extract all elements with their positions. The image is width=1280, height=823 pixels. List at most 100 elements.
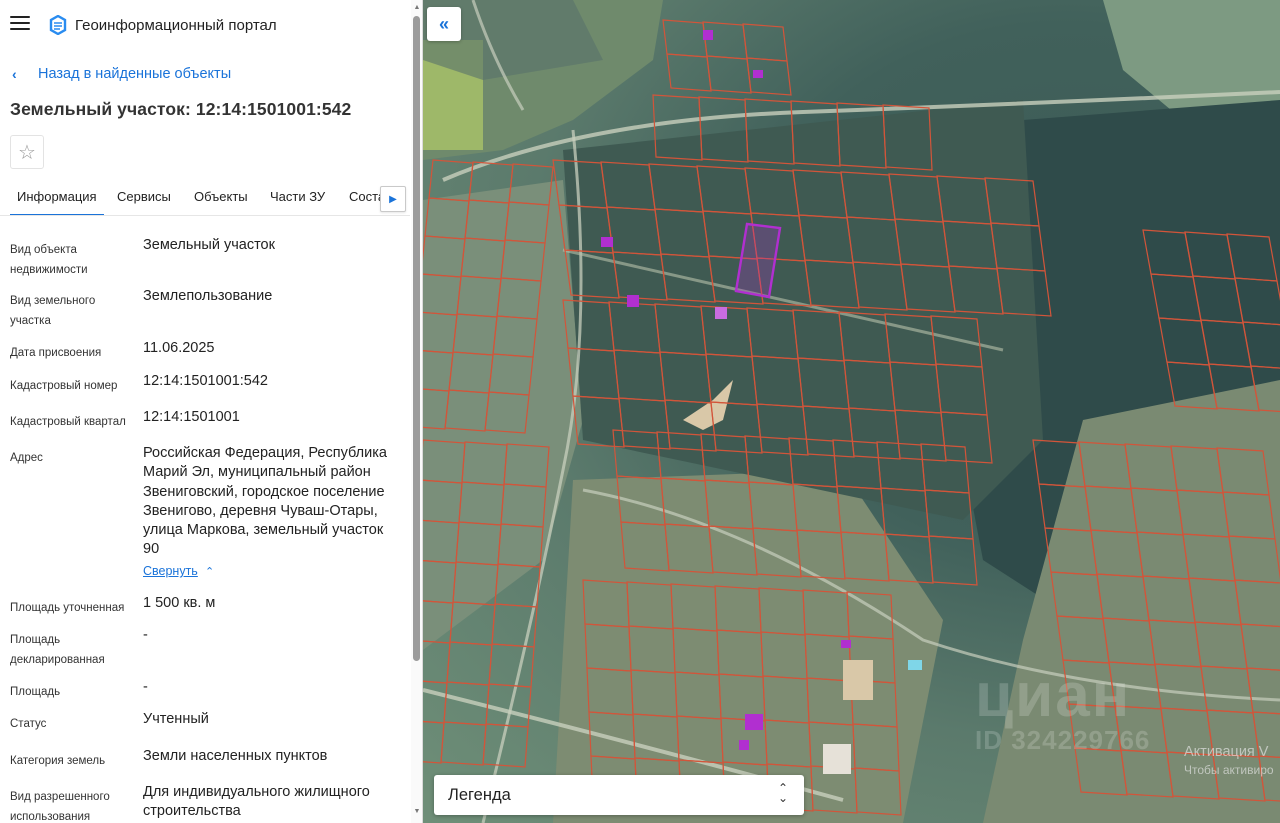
building[interactable] — [715, 307, 727, 319]
favorite-star-icon[interactable]: ☆ — [10, 135, 44, 169]
property-value-line: строительства — [143, 803, 241, 820]
building — [823, 744, 851, 774]
building[interactable] — [753, 70, 763, 78]
satellite-map[interactable] — [423, 0, 1280, 823]
chevron-left-icon: ‹ — [12, 66, 17, 82]
parcel[interactable] — [706, 55, 752, 94]
property-value-line: Марий Эл, муниципальный район — [143, 464, 371, 481]
property-label-line: Кадастровый номер — [10, 380, 118, 392]
property-value-line: - — [143, 627, 148, 643]
property-label-line: недвижимости — [10, 264, 88, 276]
property-label-line: Площадь — [10, 686, 61, 698]
scrollbar-thumb[interactable] — [413, 16, 420, 661]
property-value: Для индивидуального жилищного строительст… — [143, 783, 398, 822]
property-label-line: Вид объекта — [10, 244, 77, 256]
parcel[interactable] — [423, 680, 448, 724]
windows-activation-title: Активация V — [1184, 744, 1269, 760]
portal-logo-icon — [49, 15, 67, 35]
property-value-line: Российская Федерация, Республика — [143, 445, 387, 461]
tab-information[interactable]: Информация — [10, 178, 104, 215]
property-label-line: Дата присвоения — [10, 347, 102, 359]
parcel[interactable] — [662, 19, 708, 58]
property-value: Учтенный — [143, 710, 398, 729]
windows-activation-subtitle: Чтобы активиро — [1184, 763, 1274, 777]
parcel[interactable] — [928, 535, 978, 586]
building[interactable] — [739, 740, 749, 750]
property-value: Землепользование — [143, 287, 398, 306]
expand-collapse-icon[interactable]: ⌃ ⌄ — [778, 782, 788, 804]
collapse-panel-double-chevron-icon[interactable]: « — [427, 7, 461, 41]
tab-scroll-right-icon[interactable]: ▶ — [380, 186, 406, 212]
property-value: Земли населенных пунктов — [143, 747, 398, 766]
tab-bar: Информация Сервисы Объекты Части ЗУ Сост… — [0, 178, 410, 216]
property-value: 1 500 кв. м — [143, 594, 398, 613]
property-label: Площадь декларированная — [10, 630, 130, 670]
property-label: Кадастровый номер — [10, 376, 130, 396]
property-label-line: Категория земель — [10, 755, 106, 767]
property-label-line: Площадь уточненная — [10, 602, 125, 614]
property-label: Площадь — [10, 682, 130, 702]
property-value-line: Звениговский, городское поселение — [143, 483, 385, 500]
property-value: - — [143, 678, 398, 697]
property-label-line: Кадастровый квартал — [10, 416, 126, 428]
legend-label: Легенда — [448, 786, 511, 804]
hamburger-menu-icon[interactable] — [10, 16, 30, 34]
building[interactable] — [841, 640, 851, 648]
property-label: Категория земель — [10, 751, 130, 771]
parcel[interactable] — [742, 23, 788, 62]
scroll-down-arrow-icon[interactable]: ▼ — [412, 808, 422, 818]
property-value: - — [143, 626, 398, 645]
property-value: Земельный участок — [143, 236, 398, 255]
parcel[interactable] — [440, 721, 487, 766]
tab-parts[interactable]: Части ЗУ — [270, 178, 325, 215]
building[interactable] — [745, 714, 763, 730]
property-value-line: Земельный участок — [143, 237, 275, 253]
property-value-line: 1 500 кв. м — [143, 595, 216, 611]
property-label-line: Адрес — [10, 452, 43, 464]
field-area — [1103, 0, 1280, 120]
property-label-line: участка — [10, 315, 51, 327]
building[interactable] — [627, 295, 639, 307]
chevron-up-icon[interactable]: ⌃ — [205, 565, 214, 578]
tab-services[interactable]: Сервисы — [117, 178, 171, 215]
collapse-address-link[interactable]: Свернуть — [143, 564, 198, 578]
parcel[interactable] — [702, 21, 748, 60]
property-value: Российская Федерация, Республика Марий Эл… — [143, 444, 398, 560]
scroll-up-arrow-icon[interactable]: ▲ — [412, 4, 422, 14]
parcel[interactable] — [666, 53, 712, 92]
property-label-line: Вид разрешенного — [10, 791, 110, 803]
building[interactable] — [601, 237, 613, 247]
property-label: Адрес — [10, 448, 130, 468]
property-value-line: 11.06.2025 — [143, 340, 215, 356]
property-value: 11.06.2025 — [143, 339, 398, 358]
parcel[interactable] — [488, 643, 535, 688]
property-label-line: использования — [10, 811, 91, 823]
property-value-line: Учтенный — [143, 711, 209, 727]
building[interactable] — [703, 30, 713, 40]
property-label-line: Площадь — [10, 634, 61, 646]
back-to-results-link[interactable]: ‹ Назад в найденные объекты — [12, 64, 231, 84]
property-label: Кадастровый квартал — [10, 412, 130, 432]
property-label-line: декларированная — [10, 654, 105, 666]
tab-objects[interactable]: Объекты — [194, 178, 248, 215]
top-bar: Геоинформационный портал — [0, 0, 422, 52]
pool — [908, 660, 922, 670]
parcel[interactable] — [446, 641, 493, 686]
building — [843, 660, 873, 700]
map-view[interactable]: циан ID 324229766 Активация V Чтобы акти… — [423, 0, 1280, 823]
back-link-label: Назад в найденные объекты — [38, 66, 232, 82]
property-value-line: 12:14:1501001 — [143, 409, 240, 425]
cian-watermark-id: ID 324229766 — [975, 725, 1151, 755]
property-value: 12:14:1501001 — [143, 408, 398, 427]
property-value-line: - — [143, 679, 148, 695]
property-value-line: 12:14:1501001:542 — [143, 373, 268, 389]
property-value: 12:14:1501001:542 — [143, 372, 398, 391]
property-value-line: Землепользование — [143, 288, 273, 304]
property-label: Вид разрешенного использования — [10, 787, 130, 823]
property-value-line: Звенигово, деревня Чуваш-Отары, — [143, 502, 378, 519]
property-label: Статус — [10, 714, 130, 734]
property-label: Вид объекта недвижимости — [10, 240, 130, 280]
legend-dropdown[interactable]: Легенда ⌃ ⌄ — [434, 775, 804, 815]
property-label: Дата присвоения — [10, 343, 130, 363]
info-panel: Геоинформационный портал ‹ Назад в найде… — [0, 0, 423, 823]
